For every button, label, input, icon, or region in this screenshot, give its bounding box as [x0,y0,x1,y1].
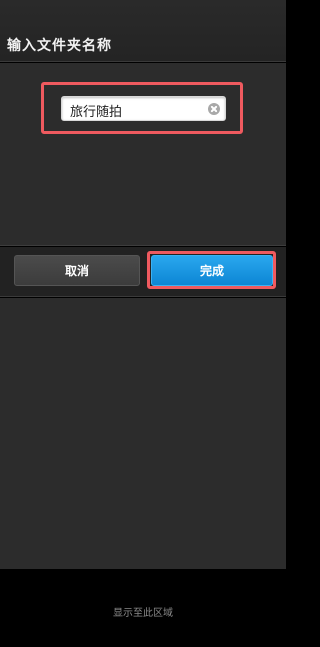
empty-area [0,298,286,569]
bottom-area: 显示至此区域 [0,569,286,647]
display-area-hint: 显示至此区域 [113,608,173,619]
screen: 输入文件夹名称 旅行随拍 取消 完成 显示至此区域 [0,0,286,647]
cancel-button[interactable]: 取消 [14,255,140,286]
title-bar: 输入文件夹名称 [0,0,286,62]
dialog-title: 输入文件夹名称 [7,38,112,54]
done-button-highlight [147,251,276,289]
input-highlight [41,82,243,134]
